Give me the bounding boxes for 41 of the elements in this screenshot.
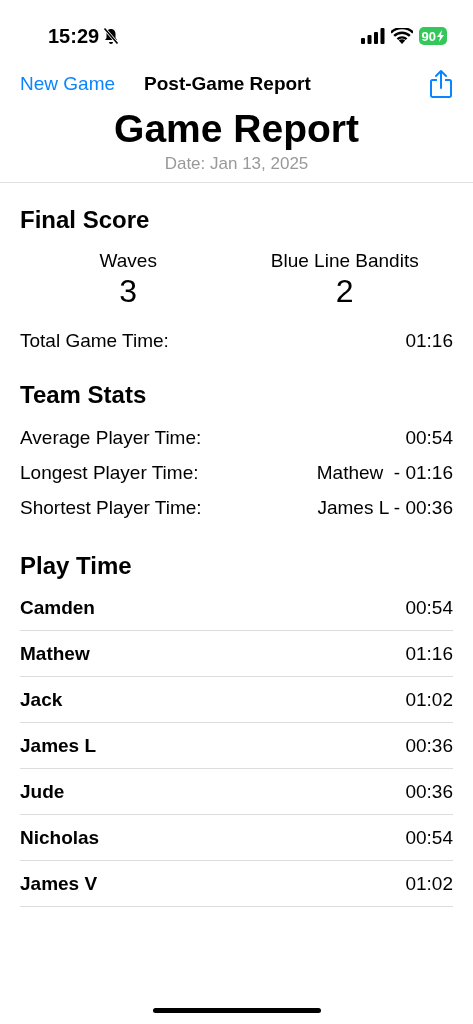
report-date: Date: Jan 13, 2025 — [163, 153, 310, 175]
wifi-icon — [390, 28, 413, 44]
player-name: Nicholas — [20, 826, 100, 849]
battery-percent: 90 — [421, 28, 436, 44]
stat-value: 01:16 — [405, 329, 453, 353]
player-name: James L — [20, 734, 97, 757]
player-name: Mathew — [20, 642, 90, 665]
player-name: James V — [20, 872, 98, 895]
nav-title: Post-Game Report — [144, 73, 312, 95]
stat-value: 00:54 — [405, 426, 453, 450]
section-heading: Play Time — [20, 551, 133, 581]
clock-time: 15:29 — [48, 24, 100, 48]
player-time: 01:02 — [405, 872, 453, 895]
stat-label: Shortest Player Time: — [20, 496, 202, 520]
share-icon — [429, 69, 453, 99]
player-time: 00:54 — [405, 826, 453, 849]
section-heading: Final Score — [20, 205, 151, 235]
player-time: 00:36 — [405, 734, 453, 757]
page-title: Game Report — [114, 106, 359, 152]
player-time: 01:16 — [405, 642, 453, 665]
stat-value: Mathew - 01:16 — [316, 461, 453, 485]
player-name: Jude — [20, 780, 65, 803]
player-time: 01:02 — [405, 688, 453, 711]
team-name: Blue Line Bandits — [270, 249, 419, 273]
player-name: Camden — [20, 596, 95, 619]
stat-label: Average Player Time: — [20, 426, 202, 450]
team-score: 2 — [335, 273, 354, 309]
team-score: 3 — [119, 273, 138, 309]
new-game-link[interactable]: New Game — [20, 73, 116, 95]
player-time: 00:54 — [405, 596, 453, 619]
stat-label: Total Game Time: — [20, 329, 169, 353]
player-name: Jack — [20, 688, 63, 711]
signal-icon — [360, 28, 385, 44]
share-button[interactable] — [429, 69, 453, 99]
team-name: Waves — [99, 249, 157, 273]
stat-label: Longest Player Time: — [20, 461, 199, 485]
stat-value: James L - 00:36 — [317, 496, 453, 520]
player-time: 00:36 — [405, 780, 453, 803]
charging-bolt-icon — [437, 30, 444, 42]
muted-bell-icon — [103, 27, 120, 45]
section-heading: Team Stats — [20, 380, 148, 410]
